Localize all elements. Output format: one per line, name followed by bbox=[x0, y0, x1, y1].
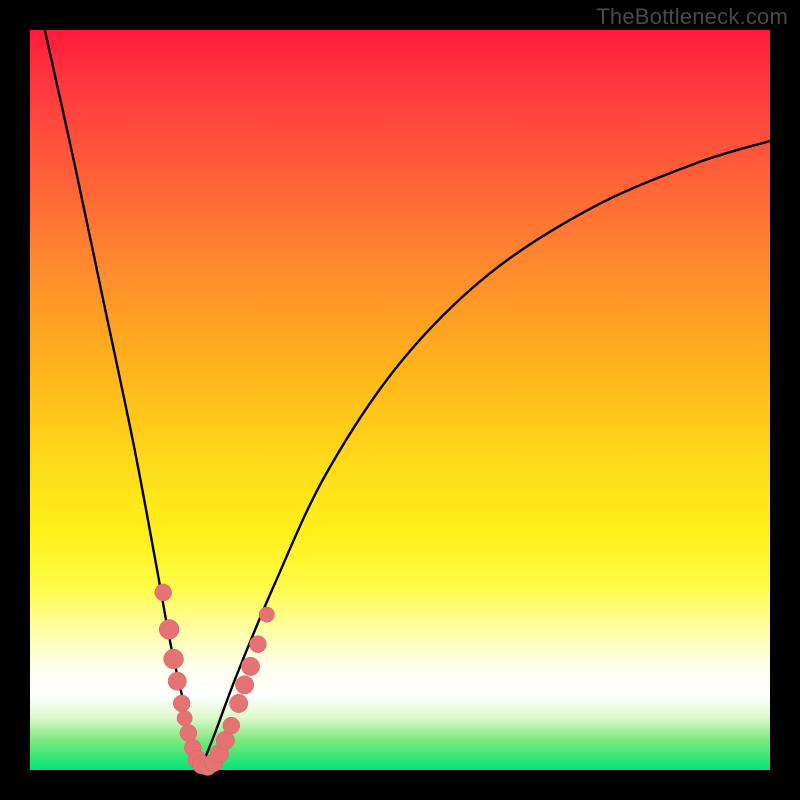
data-marker bbox=[177, 711, 192, 726]
watermark-text: TheBottleneck.com bbox=[596, 4, 788, 30]
data-marker bbox=[235, 676, 253, 694]
curve-right-arm bbox=[200, 141, 770, 770]
data-marker bbox=[259, 607, 274, 622]
data-marker bbox=[180, 725, 197, 742]
data-marker bbox=[168, 672, 186, 690]
marker-layer bbox=[155, 584, 275, 776]
chart-frame: TheBottleneck.com bbox=[0, 0, 800, 800]
data-marker bbox=[164, 649, 184, 669]
data-marker bbox=[155, 584, 172, 601]
chart-svg bbox=[30, 30, 770, 770]
data-marker bbox=[223, 717, 240, 734]
data-marker bbox=[249, 636, 266, 653]
data-marker bbox=[159, 619, 179, 639]
data-marker bbox=[241, 657, 259, 675]
data-marker bbox=[173, 695, 190, 712]
data-marker bbox=[230, 694, 248, 712]
